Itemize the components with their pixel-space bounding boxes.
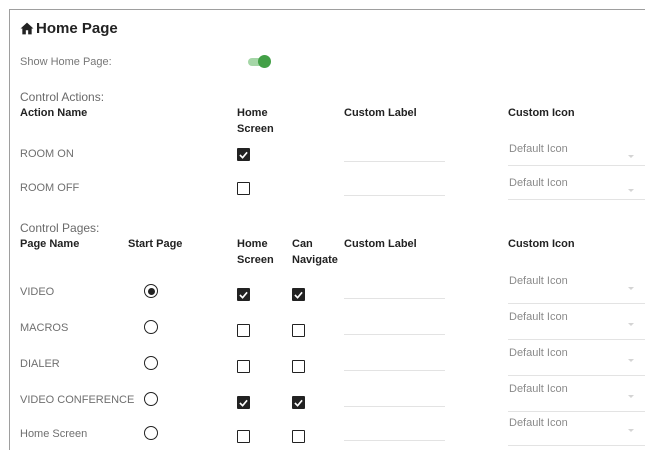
pages-custom-icon-header: Custom Icon: [508, 238, 575, 250]
custom-label-input[interactable]: [344, 406, 445, 407]
action-name: ROOM OFF: [20, 182, 80, 194]
home-screen-checkbox[interactable]: [237, 182, 250, 195]
start-page-header: Start Page: [128, 238, 183, 250]
home-screen-checkbox[interactable]: [237, 148, 250, 161]
can-navigate-checkbox[interactable]: [292, 288, 305, 301]
start-page-radio[interactable]: [144, 426, 158, 440]
custom-label-input[interactable]: [344, 298, 445, 299]
page-title-text: Home Page: [36, 20, 118, 37]
can-navigate-checkbox[interactable]: [292, 360, 305, 373]
chevron-down-icon[interactable]: [628, 323, 634, 326]
control-pages-section-label: Control Pages:: [20, 221, 100, 235]
page-1-custom-icon-underline: [508, 339, 645, 340]
page-title: Home Page: [20, 20, 118, 37]
page-name: MACROS: [20, 322, 69, 334]
check-icon: [239, 399, 248, 407]
custom-icon-header: Custom Icon: [508, 107, 575, 119]
home-screen-checkbox[interactable]: [237, 324, 250, 337]
home-screen-checkbox[interactable]: [237, 360, 250, 373]
page-0-custom-icon-select[interactable]: Default Icon: [509, 275, 568, 287]
check-icon: [294, 399, 303, 407]
pages-custom-label-header: Custom Label: [344, 238, 417, 250]
custom-label-input[interactable]: [344, 440, 445, 441]
home-icon: [20, 22, 34, 35]
check-icon: [294, 291, 303, 299]
pages-home-screen-header: Home Screen: [237, 238, 274, 266]
check-icon: [239, 151, 248, 159]
page-0-custom-icon-underline: [508, 303, 645, 304]
can-navigate-header: Can Navigate: [292, 238, 338, 266]
action-1-custom-icon-underline: [508, 199, 645, 200]
custom-label-input[interactable]: [344, 370, 445, 371]
action-name: ROOM ON: [20, 148, 74, 160]
show-home-page-label: Show Home Page:: [20, 56, 112, 68]
start-page-radio[interactable]: [144, 320, 158, 334]
page-name-header: Page Name: [20, 238, 80, 250]
page-4-custom-icon-underline: [508, 445, 645, 446]
page-name: Home Screen: [20, 428, 88, 440]
page-name: VIDEO CONFERENCE: [20, 394, 135, 406]
page-3-custom-icon-select[interactable]: Default Icon: [509, 383, 568, 395]
action-0-custom-icon-select[interactable]: Default Icon: [509, 143, 568, 155]
home-screen-checkbox[interactable]: [237, 396, 250, 409]
page-1-custom-icon-select[interactable]: Default Icon: [509, 311, 568, 323]
home-screen-header: Home Screen: [237, 107, 274, 135]
start-page-radio[interactable]: [144, 284, 158, 298]
page-2-custom-icon-underline: [508, 375, 645, 376]
action-name-header: Action Name: [20, 107, 88, 119]
control-actions-section-label: Control Actions:: [20, 90, 105, 104]
chevron-down-icon[interactable]: [628, 155, 634, 158]
page-3-custom-icon-underline: [508, 411, 645, 412]
custom-label-input[interactable]: [344, 334, 445, 335]
chevron-down-icon[interactable]: [628, 287, 634, 290]
custom-label-input[interactable]: [344, 195, 445, 196]
chevron-down-icon[interactable]: [628, 429, 634, 432]
start-page-radio[interactable]: [144, 356, 158, 370]
toggle-knob: [258, 55, 271, 68]
show-home-page-toggle[interactable]: [248, 55, 272, 69]
action-0-custom-icon-underline: [508, 165, 645, 166]
home-screen-checkbox[interactable]: [237, 288, 250, 301]
radio-selected-dot: [147, 287, 155, 295]
page-name: VIDEO: [20, 286, 55, 298]
chevron-down-icon[interactable]: [628, 395, 634, 398]
custom-label-input[interactable]: [344, 161, 445, 162]
chevron-down-icon[interactable]: [628, 189, 634, 192]
can-navigate-checkbox[interactable]: [292, 324, 305, 337]
action-1-custom-icon-select[interactable]: Default Icon: [509, 177, 568, 189]
page-2-custom-icon-select[interactable]: Default Icon: [509, 347, 568, 359]
can-navigate-checkbox[interactable]: [292, 396, 305, 409]
home-screen-checkbox[interactable]: [237, 430, 250, 443]
check-icon: [239, 291, 248, 299]
can-navigate-checkbox[interactable]: [292, 430, 305, 443]
page-name: DIALER: [20, 358, 60, 370]
custom-label-header: Custom Label: [344, 107, 417, 119]
page-4-custom-icon-select[interactable]: Default Icon: [509, 417, 568, 429]
start-page-radio[interactable]: [144, 392, 158, 406]
chevron-down-icon[interactable]: [628, 359, 634, 362]
